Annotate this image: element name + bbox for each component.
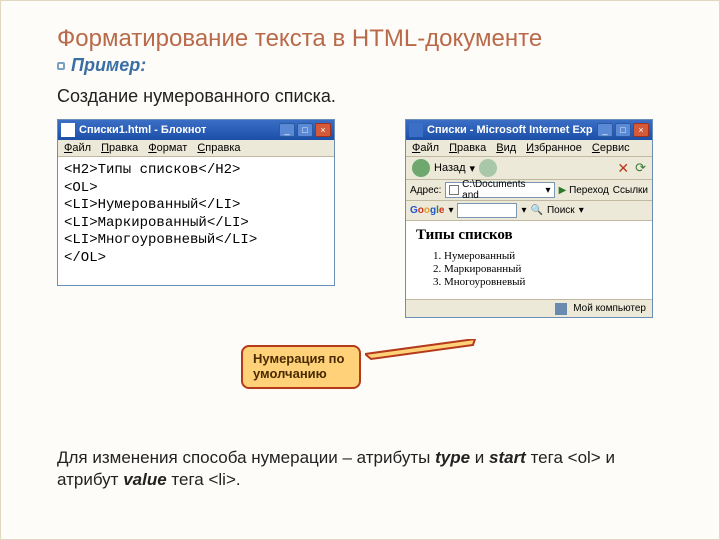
- menu-edit[interactable]: Правка: [101, 142, 138, 154]
- page-icon: [449, 185, 459, 195]
- code-line: <H2>Типы списков</H2>: [64, 162, 328, 180]
- callout-arrow-icon: [365, 339, 485, 379]
- ie-titlebar: Списки - Microsoft Internet Explorer _ □…: [406, 120, 652, 140]
- ordered-list: Нумерованный Маркированный Многоуровневы…: [416, 250, 642, 288]
- notepad-icon: [61, 123, 75, 137]
- menu-edit[interactable]: Правка: [449, 142, 486, 154]
- links-label[interactable]: Ссылки: [613, 185, 648, 196]
- go-button[interactable]: ▶ Переход: [559, 185, 609, 196]
- stop-icon[interactable]: ✕: [617, 160, 629, 177]
- content-heading: Типы списков: [416, 227, 642, 244]
- google-label: Google: [410, 205, 444, 216]
- menu-file[interactable]: Файл: [64, 142, 91, 154]
- code-line: <LI>Многоуровневый</LI>: [64, 232, 328, 250]
- minimize-button[interactable]: _: [597, 123, 613, 137]
- code-area[interactable]: <H2>Типы списков</H2> <OL> <LI>Нумерован…: [58, 157, 334, 285]
- bullet-icon: [57, 62, 65, 70]
- minimize-button[interactable]: _: [279, 123, 295, 137]
- nav-group: Назад ▾: [412, 159, 497, 177]
- ie-statusbar: Мой компьютер: [406, 299, 652, 317]
- google-toolbar: Google ▾ ▾ 🔍 Поиск ▾: [406, 201, 652, 221]
- notepad-window: Списки1.html - Блокнот _ □ × Файл Правка…: [57, 119, 335, 286]
- chevron-down-icon[interactable]: ▾: [546, 185, 551, 196]
- ie-toolbar: Назад ▾ ✕ ⟳: [406, 157, 652, 180]
- menu-favorites[interactable]: Избранное: [526, 142, 582, 154]
- computer-icon: [555, 303, 567, 315]
- window-buttons: _ □ ×: [279, 123, 331, 137]
- menu-view[interactable]: Вид: [496, 142, 516, 154]
- ie-content: Типы списков Нумерованный Маркированный …: [406, 221, 652, 299]
- slide-title: Форматирование текста в HTML-документе: [57, 25, 679, 53]
- ie-window: Списки - Microsoft Internet Explorer _ □…: [405, 119, 653, 318]
- dropdown-icon[interactable]: ▾: [470, 162, 476, 175]
- ie-menubar: Файл Правка Вид Избранное Сервис: [406, 140, 652, 157]
- notepad-title-text: Списки1.html - Блокнот: [79, 124, 275, 136]
- search-label[interactable]: Поиск: [547, 205, 575, 216]
- ie-title-text: Списки - Microsoft Internet Explorer: [427, 124, 593, 136]
- close-button[interactable]: ×: [633, 123, 649, 137]
- menu-help[interactable]: Справка: [197, 142, 240, 154]
- address-label: Адрес:: [410, 185, 441, 196]
- maximize-button[interactable]: □: [297, 123, 313, 137]
- forward-icon[interactable]: [479, 159, 497, 177]
- menu-tools[interactable]: Сервис: [592, 142, 630, 154]
- maximize-button[interactable]: □: [615, 123, 631, 137]
- status-text: Мой компьютер: [573, 303, 646, 314]
- close-button[interactable]: ×: [315, 123, 331, 137]
- back-icon[interactable]: [412, 159, 430, 177]
- address-input[interactable]: C:\Documents and ▾: [445, 182, 554, 198]
- chevron-down-icon[interactable]: ▾: [448, 205, 453, 216]
- refresh-icon[interactable]: ⟳: [635, 160, 646, 176]
- back-label[interactable]: Назад: [434, 162, 466, 174]
- notepad-titlebar: Списки1.html - Блокнот _ □ ×: [58, 120, 334, 140]
- list-item: Маркированный: [444, 263, 642, 275]
- example-label: Пример:: [71, 55, 146, 76]
- address-value: C:\Documents and: [462, 179, 542, 201]
- ie-icon: [409, 123, 423, 137]
- callout: Нумерация по умолчанию: [241, 345, 361, 389]
- chevron-down-icon[interactable]: ▾: [521, 205, 526, 216]
- search-icon[interactable]: 🔍: [531, 205, 543, 216]
- code-line: <OL>: [64, 180, 328, 198]
- code-line: <LI>Нумерованный</LI>: [64, 197, 328, 215]
- example-line: Пример:: [57, 55, 679, 76]
- list-item: Многоуровневый: [444, 276, 642, 288]
- notepad-menubar: Файл Правка Формат Справка: [58, 140, 334, 157]
- code-line: <LI>Маркированный</LI>: [64, 215, 328, 233]
- subtitle: Создание нумерованного списка.: [57, 86, 679, 107]
- code-line: </OL>: [64, 250, 328, 268]
- callout-box: Нумерация по умолчанию: [241, 345, 361, 389]
- menu-format[interactable]: Формат: [148, 142, 187, 154]
- menu-file[interactable]: Файл: [412, 142, 439, 154]
- ie-addressbar: Адрес: C:\Documents and ▾ ▶ Переход Ссыл…: [406, 180, 652, 201]
- chevron-down-icon[interactable]: ▾: [579, 205, 584, 216]
- list-item: Нумерованный: [444, 250, 642, 262]
- window-buttons: _ □ ×: [597, 123, 649, 137]
- google-search-input[interactable]: [457, 203, 517, 218]
- footnote: Для изменения способа нумерации – атрибу…: [57, 447, 679, 491]
